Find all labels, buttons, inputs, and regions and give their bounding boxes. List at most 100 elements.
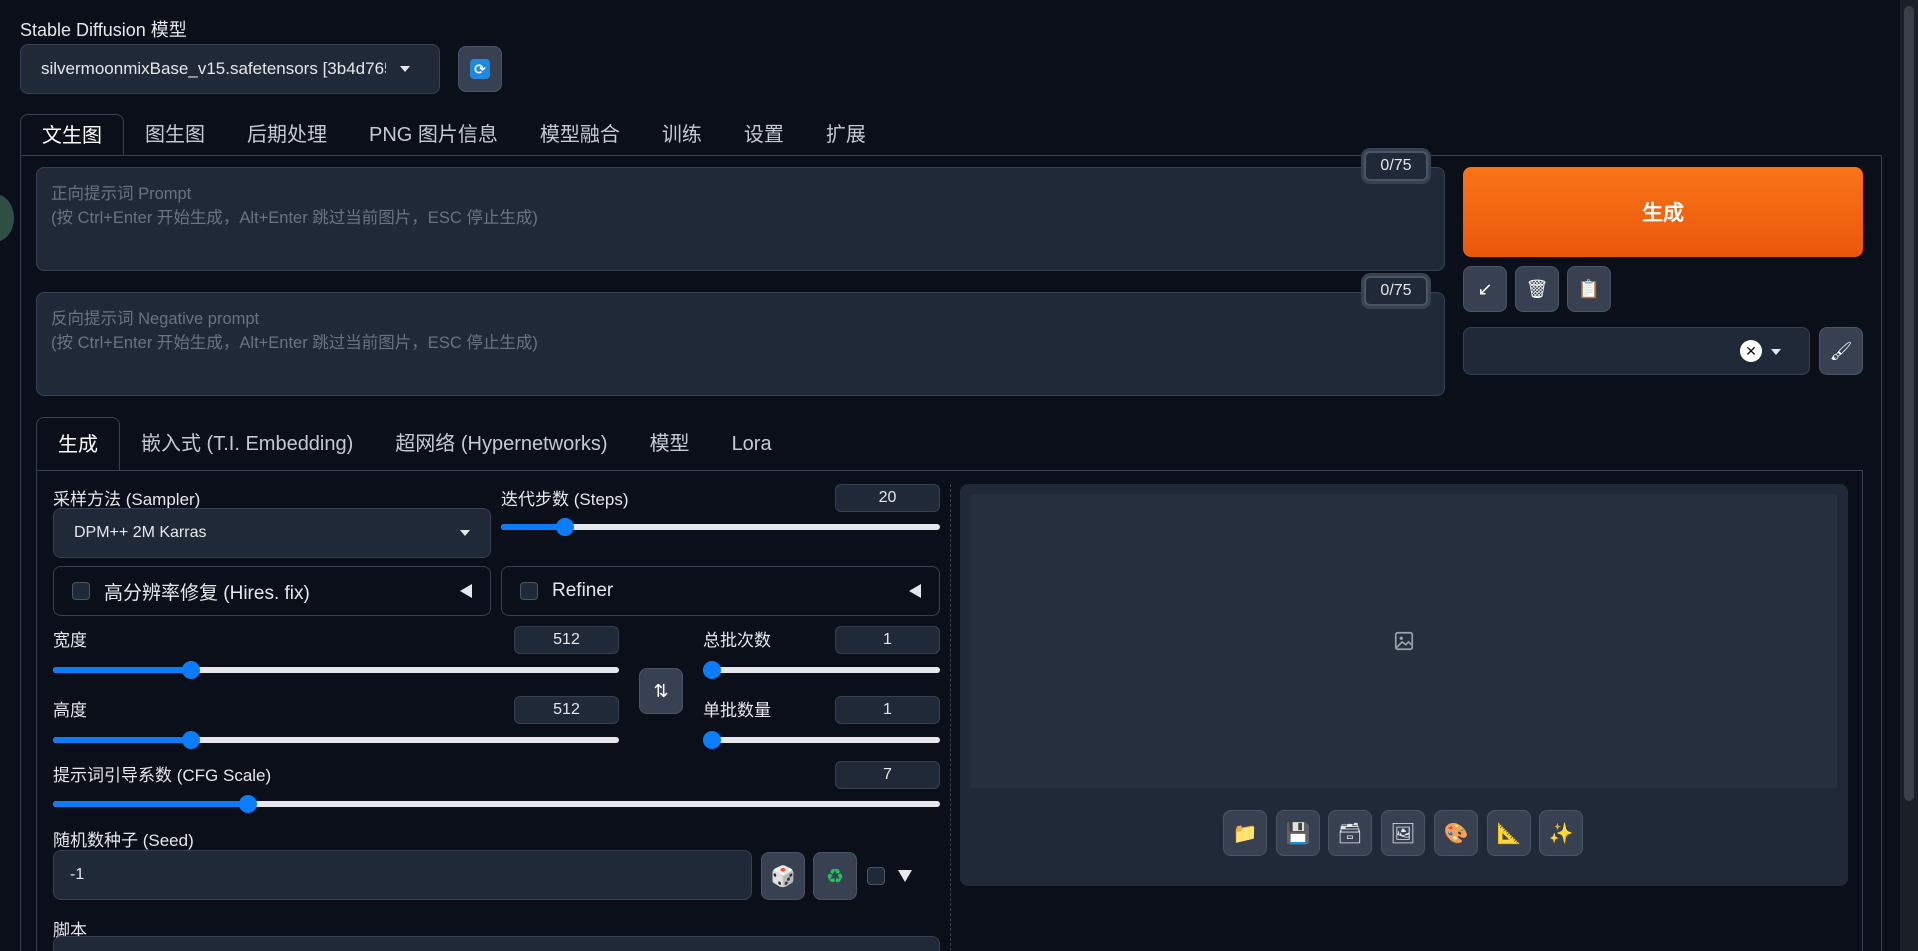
slider-thumb[interactable] (238, 795, 257, 813)
positive-prompt-placeholder-2: (按 Ctrl+Enter 开始生成，Alt+Enter 跳过当前图片，ESC … (51, 209, 538, 227)
tab-embedding[interactable]: 嵌入式 (T.I. Embedding) (120, 417, 374, 471)
refiner-label: Refiner (552, 580, 614, 601)
clear-icon[interactable]: ✕ (1740, 340, 1762, 362)
main-tabs: 文生图 图生图 后期处理 PNG 图片信息 模型融合 训练 设置 扩展 (20, 114, 887, 156)
clear-prompt-button[interactable]: 🗑 (1515, 266, 1559, 312)
tab-img2img[interactable]: 图生图 (124, 114, 226, 156)
send-to-inpaint-button[interactable]: 🎨 (1434, 810, 1478, 856)
slider-thumb[interactable] (703, 731, 721, 749)
height-slider[interactable] (53, 729, 619, 751)
tab-settings[interactable]: 设置 (723, 114, 805, 156)
tab-model-merge[interactable]: 模型融合 (519, 114, 641, 156)
gen-panel-border-left (36, 470, 37, 951)
steps-input[interactable]: 20 (835, 484, 940, 512)
gen-tabs-divider (36, 470, 1863, 471)
cfg-label: 提示词引导系数 (CFG Scale) (53, 766, 272, 785)
side-collapse-handle[interactable] (0, 194, 14, 242)
floppy-icon: 💾 (1285, 822, 1311, 845)
negative-prompt-input[interactable]: 反向提示词 Negative prompt (按 Ctrl+Enter 开始生成… (36, 292, 1445, 396)
negative-token-counter: 0/75 (1364, 276, 1428, 306)
cfg-input[interactable]: 7 (835, 761, 940, 789)
hires-fix-label: 高分辨率修复 (Hires. fix) (104, 582, 310, 604)
panel-border-left (20, 155, 21, 951)
zip-button[interactable]: 🗃 (1328, 810, 1372, 856)
paintbrush-icon: 🖌 (1829, 340, 1853, 361)
batch-size-slider[interactable] (703, 729, 940, 751)
scrollbar-thumb[interactable] (1904, 6, 1914, 801)
open-folder-button[interactable]: 📁 (1223, 810, 1267, 856)
clipboard-icon: 📋 (1577, 278, 1601, 299)
tab-hypernetworks[interactable]: 超网络 (Hypernetworks) (374, 417, 628, 471)
generate-button[interactable]: 生成 (1463, 167, 1863, 257)
page-scrollbar[interactable] (1900, 0, 1918, 951)
edit-styles-button[interactable]: 🖌 (1819, 327, 1863, 375)
swap-dimensions-button[interactable]: ⇅ (639, 668, 683, 714)
seed-label: 随机数种子 (Seed) (53, 831, 194, 850)
collapse-triangle-icon[interactable] (460, 584, 472, 598)
send-to-extras-button[interactable]: 📐 (1487, 810, 1531, 856)
sampler-dropdown[interactable]: DPM++ 2M Karras (53, 508, 491, 558)
extra-seed-checkbox[interactable] (867, 867, 885, 885)
sparkles-icon: ✨ (1548, 822, 1574, 845)
width-input[interactable]: 512 (514, 626, 619, 654)
save-button[interactable]: 💾 (1276, 810, 1320, 856)
slider-thumb[interactable] (181, 731, 200, 749)
batch-size-input[interactable]: 1 (835, 696, 940, 724)
cfg-slider[interactable] (53, 793, 940, 815)
sampler-value: DPM++ 2M Karras (74, 524, 207, 541)
tab-generation[interactable]: 生成 (36, 417, 120, 471)
height-input[interactable]: 512 (514, 696, 619, 724)
model-selected-value: silvermoonmixBase_v15.safetensors [3b4d7… (41, 59, 386, 78)
positive-prompt-placeholder-1: 正向提示词 Prompt (51, 185, 192, 203)
tab-checkpoints[interactable]: 模型 (629, 417, 711, 471)
generation-tabs: 生成 嵌入式 (T.I. Embedding) 超网络 (Hypernetwor… (36, 417, 793, 471)
width-slider[interactable] (53, 659, 619, 681)
tab-txt2img[interactable]: 文生图 (20, 114, 124, 156)
expand-triangle-icon[interactable] (898, 870, 912, 882)
slider-thumb[interactable] (703, 661, 721, 679)
positive-prompt-input[interactable]: 正向提示词 Prompt (按 Ctrl+Enter 开始生成，Alt+Ente… (36, 167, 1445, 271)
steps-label: 迭代步数 (Steps) (501, 490, 629, 509)
tabs-divider (20, 155, 1882, 156)
random-seed-button[interactable]: 🎲 (761, 852, 805, 900)
read-params-button[interactable]: ↙ (1463, 266, 1507, 312)
upscale-button[interactable]: ✨ (1539, 810, 1583, 856)
output-image-area[interactable] (970, 494, 1837, 788)
slider-thumb[interactable] (181, 661, 200, 679)
chevron-down-icon (400, 66, 410, 72)
refiner-accordion[interactable]: Refiner (501, 566, 940, 616)
tab-train[interactable]: 训练 (641, 114, 723, 156)
batch-count-slider[interactable] (703, 659, 940, 681)
styles-dropdown[interactable]: ✕ (1463, 327, 1810, 375)
column-divider (950, 484, 951, 951)
refiner-checkbox[interactable] (520, 582, 538, 600)
hires-fix-accordion[interactable]: 高分辨率修复 (Hires. fix) (53, 566, 491, 616)
collapse-triangle-icon[interactable] (909, 584, 921, 598)
hires-fix-checkbox[interactable] (72, 582, 90, 600)
script-dropdown[interactable] (53, 936, 940, 951)
tab-lora[interactable]: Lora (711, 417, 793, 471)
slider-thumb[interactable] (555, 518, 574, 536)
tab-png-info[interactable]: PNG 图片信息 (348, 114, 519, 156)
model-label: Stable Diffusion 模型 (20, 20, 187, 40)
model-dropdown[interactable]: silvermoonmixBase_v15.safetensors [3b4d7… (20, 44, 440, 94)
archive-icon: 🗃 (1337, 822, 1363, 845)
swap-arrows-icon: ⇅ (653, 680, 669, 701)
height-label: 高度 (53, 701, 87, 720)
seed-input[interactable]: -1 (53, 850, 752, 900)
steps-slider[interactable] (501, 516, 940, 538)
arrow-down-left-icon: ↙ (1477, 278, 1493, 299)
batch-count-input[interactable]: 1 (835, 626, 940, 654)
palette-icon: 🎨 (1443, 822, 1469, 845)
reuse-seed-button[interactable]: ♻ (813, 852, 857, 900)
recycle-icon: ♻ (826, 865, 844, 888)
tab-extras[interactable]: 后期处理 (226, 114, 348, 156)
send-to-img2img-button[interactable]: 🖼 (1381, 810, 1425, 856)
paste-button[interactable]: 📋 (1567, 266, 1611, 312)
refresh-models-button[interactable]: ⟳ (458, 46, 502, 92)
negative-prompt-placeholder-2: (按 Ctrl+Enter 开始生成，Alt+Enter 跳过当前图片，ESC … (51, 334, 538, 352)
folder-icon: 📁 (1232, 822, 1258, 845)
refresh-icon: ⟳ (470, 59, 490, 79)
panel-border-right (1881, 155, 1882, 951)
tab-extensions[interactable]: 扩展 (805, 114, 887, 156)
